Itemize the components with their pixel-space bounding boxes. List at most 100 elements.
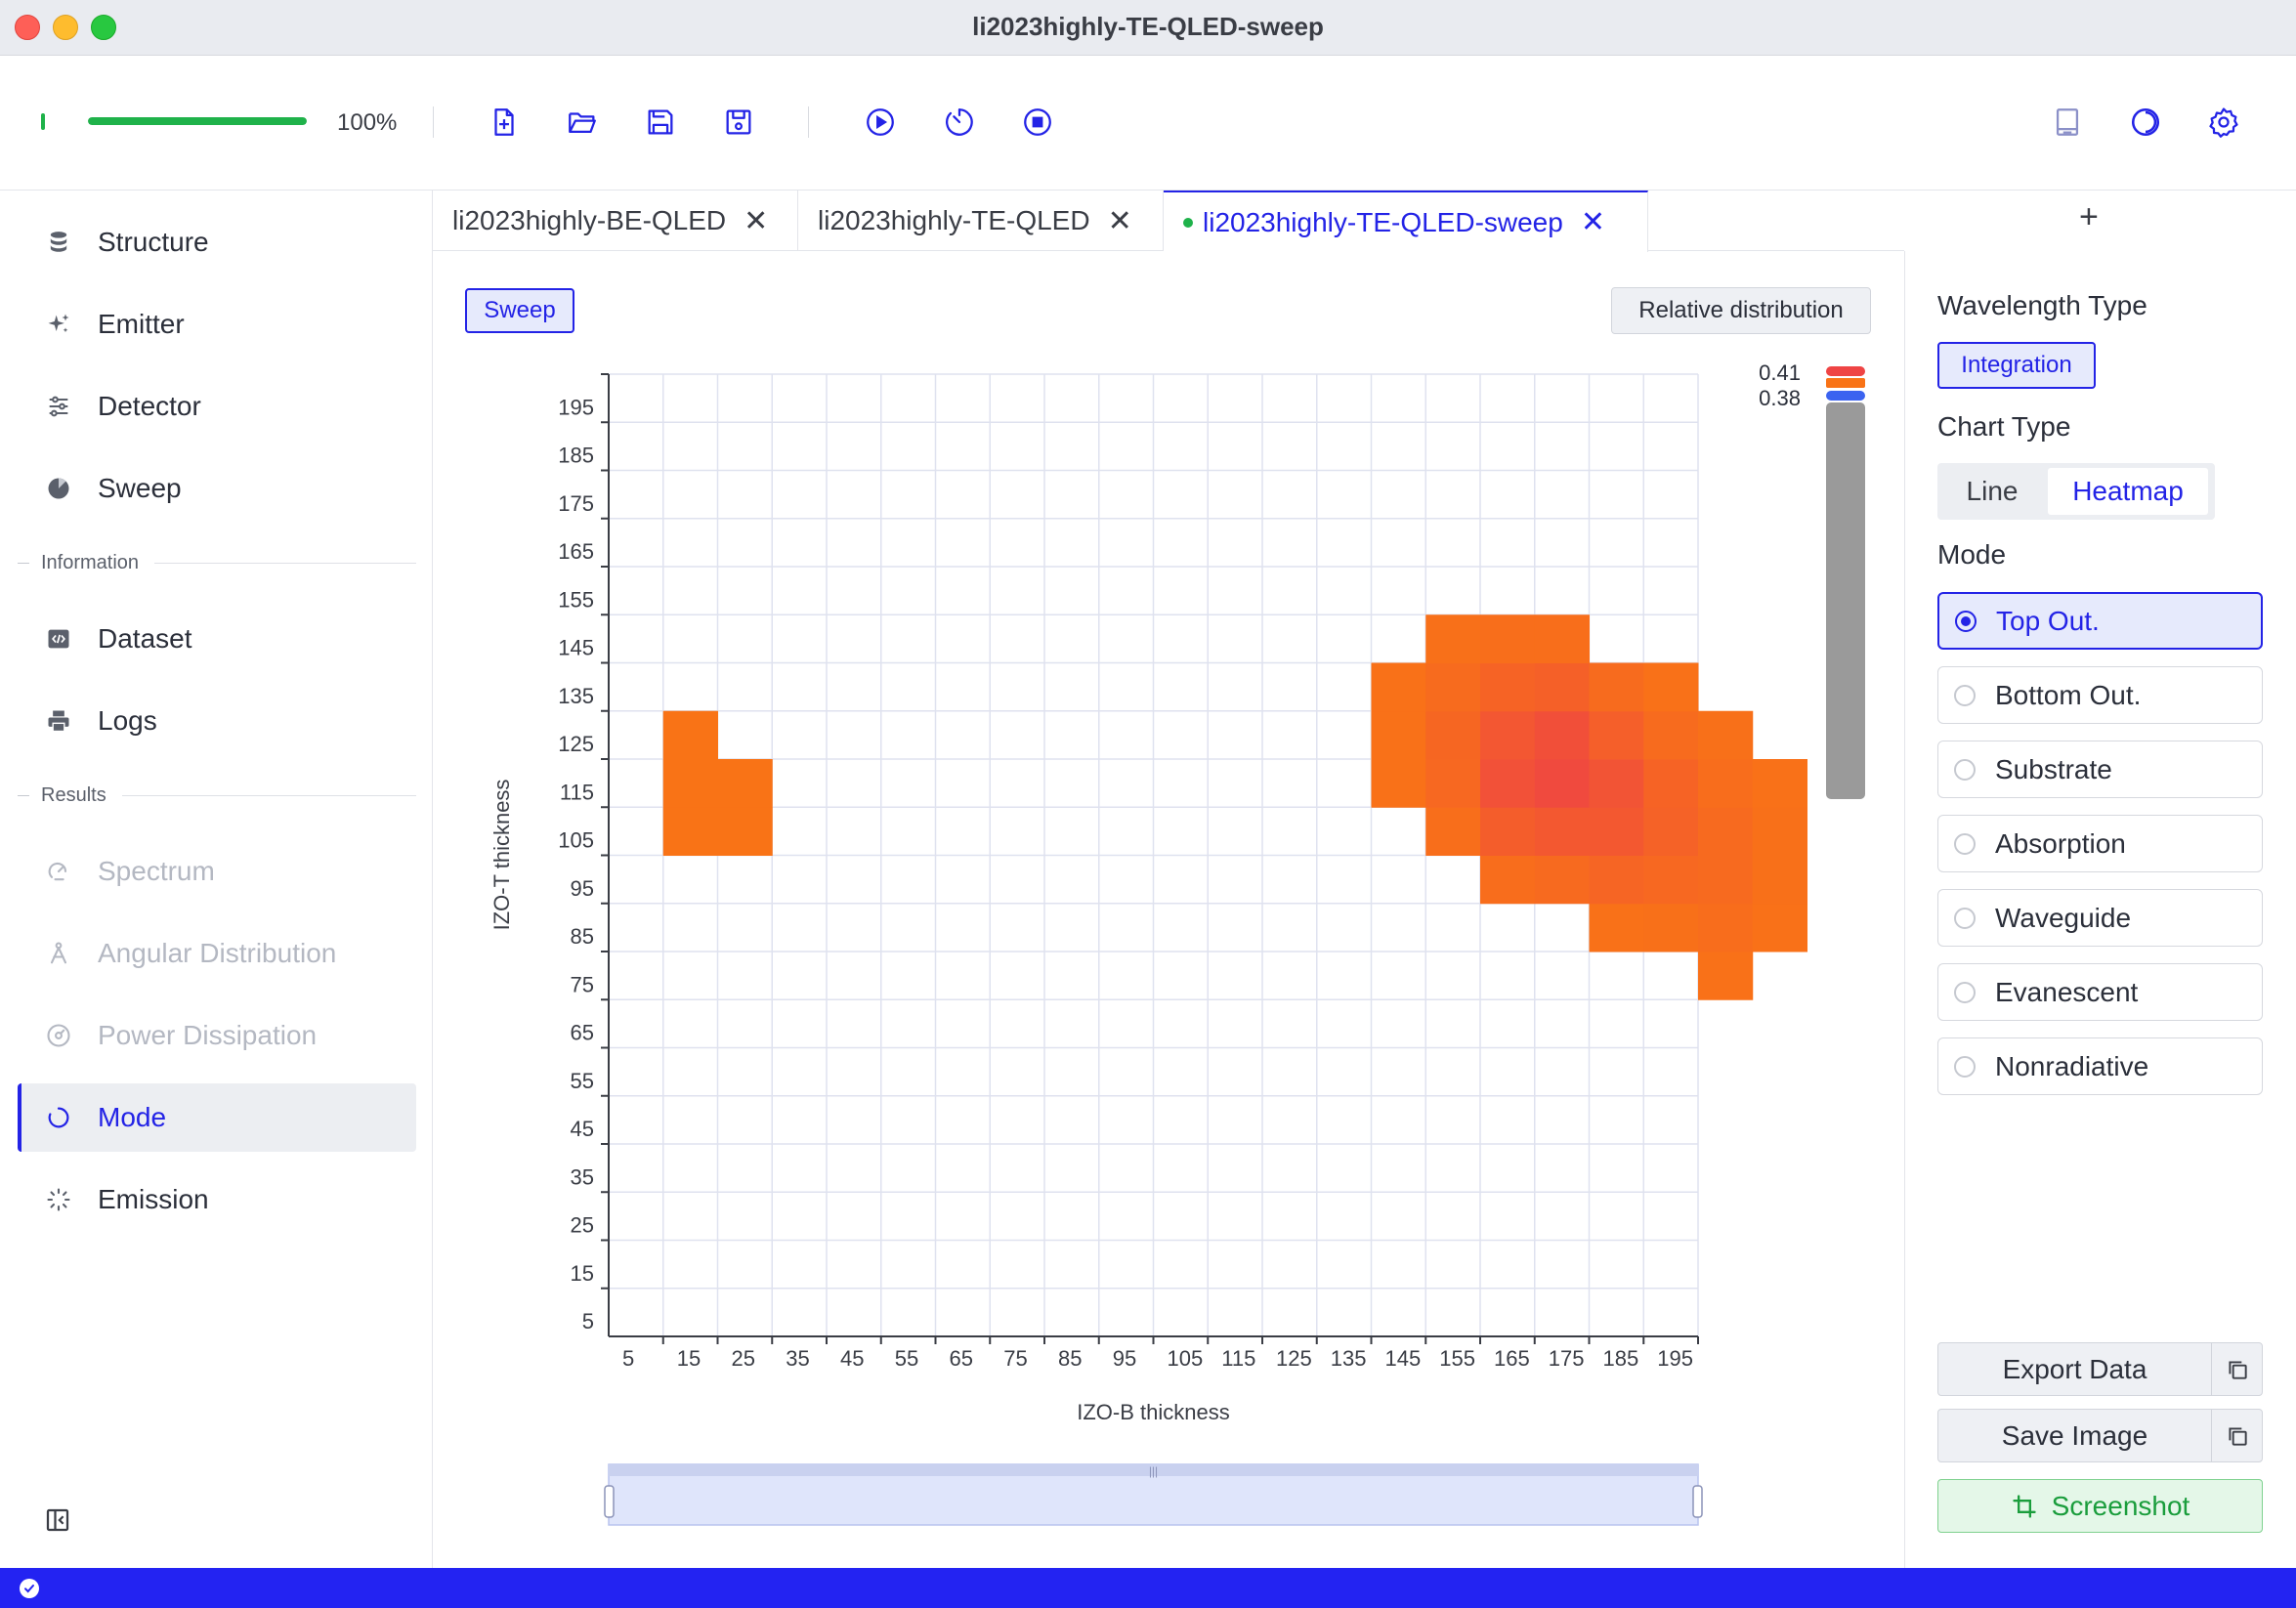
progress-label: 100% bbox=[337, 109, 398, 136]
sidebar-item-mode[interactable]: Mode bbox=[18, 1083, 416, 1152]
tab-te-qled-sweep[interactable]: li2023highly-TE-QLED-sweep ✕ bbox=[1164, 190, 1648, 252]
check-circle-icon[interactable] bbox=[20, 1579, 39, 1598]
screenshot-label: Screenshot bbox=[2051, 1490, 2190, 1521]
x-tick-label: 165 bbox=[1494, 1346, 1530, 1371]
toolbar-separator bbox=[433, 106, 434, 138]
new-file-button[interactable] bbox=[483, 101, 526, 144]
spectrum-icon bbox=[43, 856, 74, 887]
wavelength-type-heading: Wavelength Type bbox=[1937, 290, 2147, 320]
x-tick-label: 15 bbox=[677, 1346, 701, 1371]
chart-type-line[interactable]: Line bbox=[1943, 468, 2041, 515]
heatmap-cell bbox=[1480, 807, 1536, 856]
heatmap-cell bbox=[1534, 855, 1590, 905]
mode-option-waveguide[interactable]: Waveguide bbox=[1937, 889, 2263, 947]
sidebar-item-structure[interactable]: Structure bbox=[18, 208, 416, 276]
y-tick-label: 15 bbox=[571, 1261, 594, 1286]
copy-image-button[interactable] bbox=[2212, 1410, 2263, 1461]
save-icon bbox=[648, 109, 673, 135]
visual-map-track bbox=[1826, 402, 1865, 799]
relative-distribution-button[interactable]: Relative distribution bbox=[1611, 287, 1871, 334]
sidebar-toggle-icon bbox=[46, 1508, 69, 1532]
zoom-handle-right[interactable] bbox=[1692, 1485, 1703, 1518]
theme-icon bbox=[2131, 107, 2160, 137]
sidebar-item-emitter[interactable]: Emitter bbox=[18, 290, 416, 359]
heatmap-cell bbox=[1643, 662, 1699, 712]
heatmap-cell bbox=[1425, 807, 1481, 856]
mode-option-evanescent[interactable]: Evanescent bbox=[1937, 963, 2263, 1021]
stop-button[interactable] bbox=[1016, 101, 1059, 144]
sidebar-item-label: Emission bbox=[98, 1184, 209, 1214]
heatmap-cell bbox=[1425, 759, 1481, 808]
open-folder-button[interactable] bbox=[561, 101, 604, 144]
collapse-sidebar-button[interactable] bbox=[43, 1505, 72, 1535]
tab-be-qled[interactable]: li2023highly-BE-QLED ✕ bbox=[433, 190, 798, 251]
save-as-button[interactable] bbox=[717, 101, 760, 144]
mode-option-top-out[interactable]: Top Out. bbox=[1937, 592, 2263, 650]
heatmap-cell bbox=[1698, 903, 1754, 952]
y-tick-label: 145 bbox=[558, 636, 594, 660]
heatmap-cell bbox=[1425, 614, 1481, 663]
y-tick-label: 45 bbox=[571, 1117, 594, 1141]
progress-fill bbox=[88, 117, 307, 125]
sidebar-item-dataset[interactable]: Dataset bbox=[18, 605, 416, 673]
radio-icon bbox=[1954, 1055, 1976, 1078]
close-icon[interactable]: ✕ bbox=[744, 204, 768, 238]
heatmap-cell bbox=[1480, 759, 1536, 808]
x-tick-label: 65 bbox=[950, 1346, 973, 1371]
run-button[interactable] bbox=[859, 101, 902, 144]
sidebar-item-logs[interactable]: Logs bbox=[18, 687, 416, 755]
document-button[interactable] bbox=[2046, 101, 2089, 144]
heatmap-cell bbox=[1752, 807, 1807, 856]
sweep-button[interactable]: Sweep bbox=[465, 288, 574, 333]
visual-map-max-handle bbox=[1826, 366, 1865, 376]
sidebar-item-detector[interactable]: Detector bbox=[18, 372, 416, 441]
close-icon[interactable]: ✕ bbox=[1581, 205, 1605, 239]
heatmap-cell bbox=[1698, 807, 1754, 856]
heatmap-cell bbox=[662, 759, 718, 808]
heatmap-chart[interactable]: 5 15 25 35 45 55 65 75 85 95 105 115 125 135 145 155 165… bbox=[433, 251, 1904, 1568]
screenshot-button[interactable]: Screenshot bbox=[1937, 1479, 2263, 1533]
close-icon[interactable]: ✕ bbox=[1108, 204, 1132, 238]
x-tick-label: 155 bbox=[1439, 1346, 1475, 1371]
x-tick-label: 55 bbox=[895, 1346, 918, 1371]
heatmap-cell bbox=[662, 807, 718, 856]
export-data-button[interactable]: Export Data bbox=[1937, 1342, 2263, 1396]
save-button[interactable] bbox=[639, 101, 682, 144]
unsaved-dot-icon bbox=[1183, 217, 1193, 228]
main-content: 5 15 25 35 45 55 65 75 85 95 105 115 125 135 145 155 165… bbox=[433, 251, 1904, 1568]
x-tick-label: 105 bbox=[1168, 1346, 1204, 1371]
visual-map-min-label: 0.38 bbox=[1759, 386, 1801, 410]
x-tick-label: 145 bbox=[1385, 1346, 1422, 1371]
mode-option-nonradiative[interactable]: Nonradiative bbox=[1937, 1037, 2263, 1095]
settings-button[interactable] bbox=[2202, 101, 2245, 144]
heatmap-cell bbox=[1589, 807, 1644, 856]
timer-icon bbox=[946, 108, 973, 136]
sidebar-item-spectrum[interactable]: Spectrum bbox=[18, 837, 416, 906]
tab-te-qled[interactable]: li2023highly-TE-QLED ✕ bbox=[798, 190, 1164, 251]
section-header-information: Information bbox=[18, 548, 416, 577]
radio-icon bbox=[1954, 981, 1976, 1003]
sidebar-item-power-dissipation[interactable]: Power Dissipation bbox=[18, 1001, 416, 1070]
mode-option-absorption[interactable]: Absorption bbox=[1937, 815, 2263, 872]
heatmap-cell bbox=[1371, 759, 1426, 808]
sidebar-item-emission[interactable]: Emission bbox=[18, 1165, 416, 1234]
heatmap-cell bbox=[1752, 903, 1807, 952]
heatmap-cell bbox=[1480, 614, 1536, 663]
chart-type-heatmap[interactable]: Heatmap bbox=[2048, 468, 2208, 515]
radio-icon bbox=[1954, 758, 1976, 781]
mode-option-bottom-out[interactable]: Bottom Out. bbox=[1937, 666, 2263, 724]
theme-button[interactable] bbox=[2124, 101, 2167, 144]
zoom-handle-left[interactable] bbox=[604, 1485, 615, 1518]
x-tick-label: 35 bbox=[786, 1346, 809, 1371]
sidebar-item-angular-distribution[interactable]: Angular Distribution bbox=[18, 919, 416, 988]
timer-button[interactable] bbox=[938, 101, 981, 144]
sidebar-item-label: Sweep bbox=[98, 473, 182, 503]
copy-export-button[interactable] bbox=[2212, 1343, 2263, 1395]
integration-button[interactable]: Integration bbox=[1937, 342, 2096, 389]
sidebar-item-sweep[interactable]: Sweep bbox=[18, 454, 416, 523]
heatmap-cell bbox=[1589, 710, 1644, 760]
save-image-button[interactable]: Save Image bbox=[1937, 1409, 2263, 1462]
mode-option-substrate[interactable]: Substrate bbox=[1937, 741, 2263, 798]
play-icon bbox=[867, 108, 894, 136]
add-tab-button[interactable]: + bbox=[2079, 198, 2099, 236]
